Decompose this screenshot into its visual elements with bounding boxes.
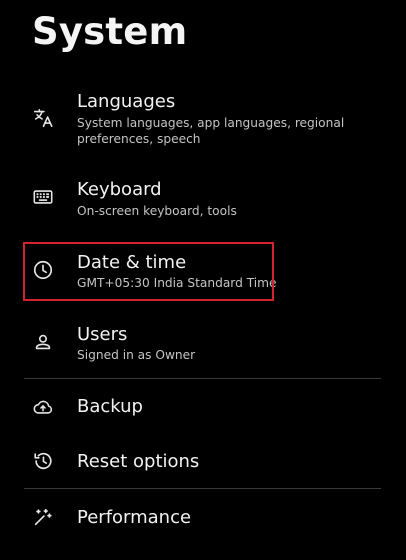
item-title: Languages: [77, 91, 176, 112]
history-icon: [32, 450, 54, 472]
settings-item-date-time[interactable]: Date & time GMT+05:30 India Standard Tim…: [0, 249, 406, 297]
performance-wand-icon: [32, 506, 54, 528]
divider: [24, 378, 381, 379]
page-title: System: [32, 10, 188, 53]
settings-item-reset-options[interactable]: Reset options: [0, 449, 406, 475]
settings-item-keyboard[interactable]: Keyboard On-screen keyboard, tools: [0, 176, 406, 224]
clock-icon: [32, 259, 54, 281]
item-subtitle-line-1: GMT+05:30 India Standard Time: [77, 276, 277, 290]
item-title: Performance: [77, 507, 192, 528]
cloud-upload-icon: [32, 396, 54, 418]
item-title: Date & time: [77, 252, 187, 273]
item-subtitle-line-2: preferences, speech: [77, 132, 201, 146]
item-title: Reset options: [77, 451, 200, 472]
divider: [24, 488, 381, 489]
translate-icon: [32, 107, 54, 129]
settings-item-users[interactable]: Users Signed in as Owner: [0, 321, 406, 369]
settings-item-languages[interactable]: Languages System languages, app language…: [0, 88, 406, 152]
settings-item-backup[interactable]: Backup: [0, 394, 406, 420]
keyboard-icon: [32, 186, 54, 208]
item-title: Users: [77, 324, 128, 345]
item-title: Backup: [77, 396, 143, 417]
item-subtitle-line-1: On-screen keyboard, tools: [77, 204, 237, 218]
settings-item-performance[interactable]: Performance: [0, 505, 406, 531]
person-icon: [32, 331, 54, 353]
item-title: Keyboard: [77, 179, 162, 200]
item-subtitle-line-1: System languages, app languages, regiona…: [77, 116, 345, 130]
item-subtitle-line-1: Signed in as Owner: [77, 348, 196, 362]
